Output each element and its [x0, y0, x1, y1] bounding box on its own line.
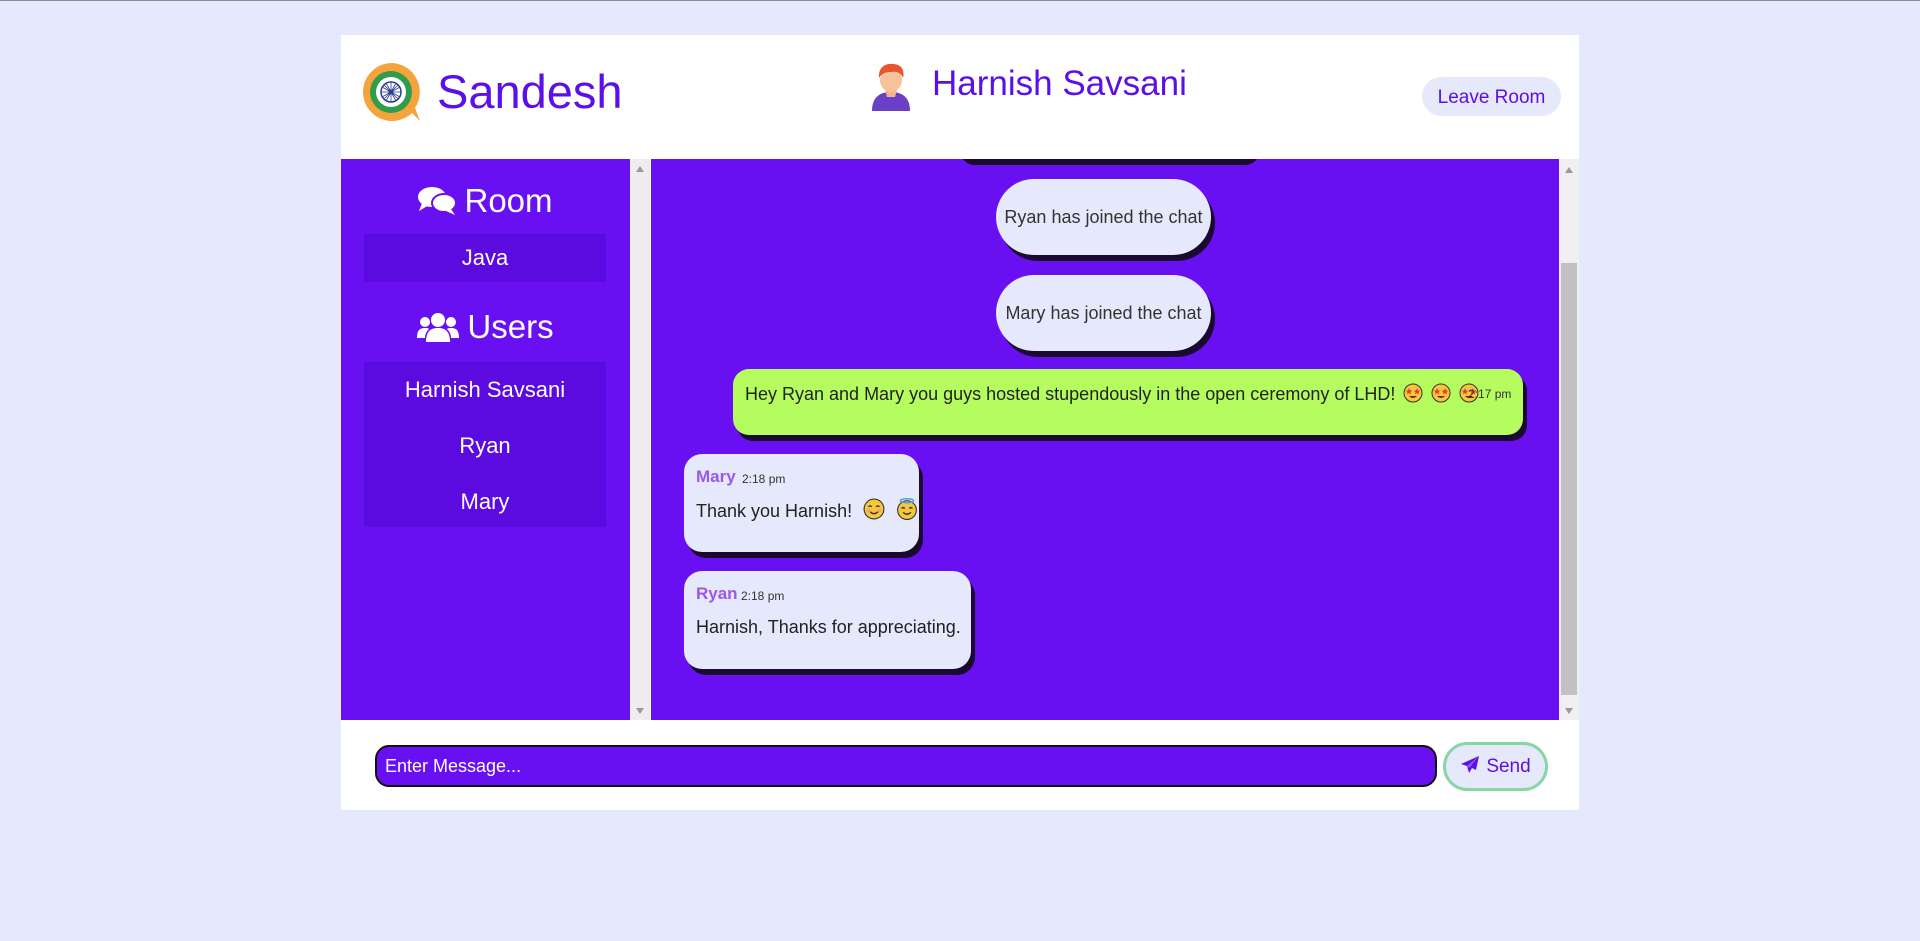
current-user-name: Harnish Savsani [932, 64, 1187, 103]
users-list: Harnish Savsani Ryan Mary [364, 362, 606, 527]
chat-scrollbar[interactable] [1559, 159, 1579, 720]
sandesh-logo-icon [363, 63, 420, 121]
comments-icon [418, 187, 458, 215]
message-text: Hey Ryan and Mary you guys hosted stupen… [745, 384, 1396, 404]
smiling-emoji-icon [863, 498, 885, 520]
users-heading: Users [341, 305, 630, 349]
user-list-item[interactable]: Mary [364, 474, 606, 530]
scroll-down-arrow-icon[interactable] [636, 708, 644, 714]
own-message-bubble: Hey Ryan and Mary you guys hosted stupen… [733, 369, 1523, 435]
own-message-text: Hey Ryan and Mary you guys hosted stupen… [745, 382, 1479, 406]
send-button[interactable]: Send [1443, 742, 1548, 791]
message-time: 2:18 pm [741, 589, 785, 603]
message-bubble: Ryan 2:18 pm Harnish, Thanks for appreci… [684, 571, 971, 669]
notification-pill: Ryan has joined the chat [996, 179, 1211, 255]
window-top-border [0, 0, 1920, 1]
room-name: Java [461, 245, 509, 270]
paper-plane-icon [1461, 756, 1480, 773]
user-avatar-icon [872, 63, 910, 111]
halo-emoji-icon [897, 498, 918, 520]
message-sender: Mary [696, 467, 736, 486]
users-heading-label: Users [467, 308, 554, 345]
user-list-item[interactable]: Harnish Savsani [364, 362, 606, 418]
chat-messages: Ryan has joined the chat Mary has joined… [651, 159, 1559, 720]
sidebar-scrollbar[interactable] [630, 159, 650, 720]
scroll-up-arrow-icon[interactable] [636, 166, 644, 172]
message-text: Thank you Harnish! [696, 501, 853, 521]
room-heading: Room [341, 179, 630, 223]
message-text: Harnish, Thanks for appreciating. [696, 617, 961, 637]
leave-room-button[interactable]: Leave Room [1422, 77, 1561, 116]
notification-pill: Mary has joined the chat [996, 275, 1211, 351]
message-sender: Ryan [696, 584, 738, 603]
message-text-row: Thank you Harnish! [696, 498, 918, 523]
star-struck-emoji-icon [1431, 383, 1451, 403]
scroll-down-arrow-icon[interactable] [1565, 708, 1573, 714]
sidebar: Room Java Users Harnish Savsani Ryan Mar… [341, 159, 630, 720]
message-input[interactable] [375, 745, 1437, 787]
message-time: 2:17 pm [1468, 387, 1512, 401]
users-icon [417, 313, 460, 342]
message-time: 2:18 pm [742, 472, 786, 486]
star-struck-emoji-icon [1403, 383, 1423, 403]
message-bubble: Mary 2:18 pm Thank you Harnish! [684, 454, 919, 552]
send-button-label: Send [1486, 756, 1531, 777]
scroll-up-arrow-icon[interactable] [1565, 167, 1573, 173]
brand-name: Sandesh [437, 65, 623, 118]
header: Sandesh Harnish Savsani Leave Room [341, 35, 1579, 159]
room-box: Java [364, 234, 606, 282]
scrollbar-thumb[interactable] [1561, 263, 1577, 695]
message-composer: Send [341, 720, 1579, 810]
user-list-item[interactable]: Ryan [364, 418, 606, 474]
room-heading-label: Room [464, 182, 553, 219]
chat-app: Sandesh Harnish Savsani Leave Room Room … [341, 35, 1579, 810]
